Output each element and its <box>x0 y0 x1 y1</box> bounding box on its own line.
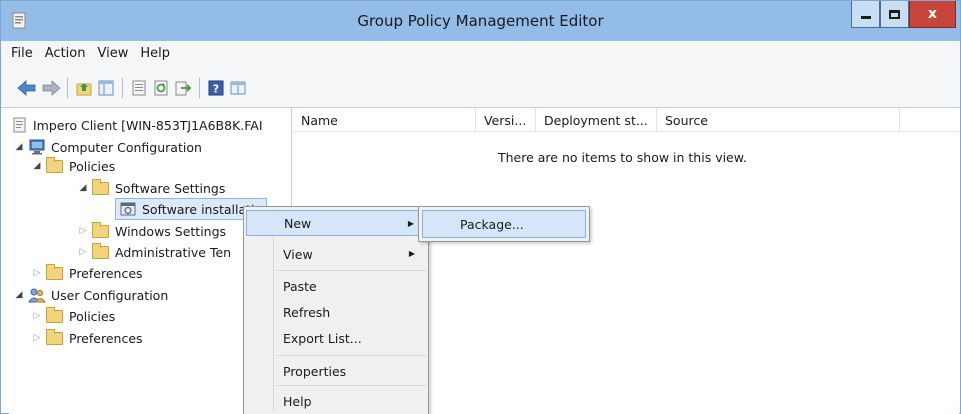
gpme-window: Group Policy Management Editor x File Ac… <box>0 0 961 414</box>
column-header-name[interactable]: Name <box>293 108 476 132</box>
tree-item-root[interactable]: Impero Client [WIN-853TJ1A6B8K.FAI <box>13 114 263 136</box>
menu-item-label: Export List... <box>283 330 362 346</box>
minimize-button[interactable] <box>851 1 880 28</box>
toolbar-separator <box>67 78 68 98</box>
context-menu-item-new[interactable]: New ▶ <box>246 210 427 236</box>
up-folder-icon[interactable] <box>76 80 92 96</box>
maximize-button[interactable] <box>880 1 909 28</box>
expanded-arrow-icon[interactable]: ◢ <box>13 141 25 153</box>
empty-list-message: There are no items to show in this view. <box>498 150 747 165</box>
new-submenu: Package... <box>418 206 590 242</box>
tree-item-user-policies[interactable]: ▷ Policies <box>31 305 115 327</box>
collapsed-arrow-icon[interactable]: ▷ <box>77 225 89 237</box>
menu-view[interactable]: View <box>91 46 134 61</box>
context-menu-item-help[interactable]: Help <box>246 388 427 414</box>
context-menu-item-refresh[interactable]: Refresh <box>246 299 427 325</box>
back-arrow-icon[interactable] <box>17 80 37 96</box>
folder-icon <box>46 263 63 280</box>
tree-item-user-preferences[interactable]: ▷ Preferences <box>31 327 143 349</box>
tree-item-policies[interactable]: ◢ Policies <box>31 155 115 177</box>
tree-label: Preferences <box>69 330 143 346</box>
title-bar[interactable]: Group Policy Management Editor x <box>1 1 960 41</box>
menu-help[interactable]: Help <box>134 46 176 61</box>
forward-arrow-icon[interactable] <box>41 80 61 96</box>
menu-separator <box>276 355 426 356</box>
folder-icon <box>92 221 109 238</box>
tree-label: Software Settings <box>115 180 226 196</box>
folder-icon <box>92 178 109 195</box>
column-header-deployment-state[interactable]: Deployment st... <box>536 108 657 132</box>
window-title: Group Policy Management Editor <box>357 12 604 30</box>
help-icon[interactable]: ? <box>208 80 224 96</box>
list-header: Name Versi... Deployment st... Source <box>293 108 959 132</box>
export-list-icon[interactable] <box>175 80 191 96</box>
submenu-item-package[interactable]: Package... <box>422 210 586 238</box>
collapsed-arrow-icon[interactable]: ▷ <box>77 246 89 258</box>
policy-document-icon <box>13 117 26 133</box>
menu-item-label: Refresh <box>283 304 331 320</box>
menu-item-label: New <box>284 215 312 231</box>
folder-icon <box>46 156 63 173</box>
tree-item-user-configuration[interactable]: ◢ User Configuration <box>13 284 168 306</box>
svg-text:?: ? <box>213 83 219 96</box>
close-icon: x <box>927 6 938 22</box>
tree-label: Windows Settings <box>115 223 227 239</box>
expanded-arrow-icon[interactable]: ◢ <box>31 160 43 172</box>
folder-icon <box>46 306 63 323</box>
menu-bar: File Action View Help <box>1 41 960 66</box>
collapsed-arrow-icon[interactable]: ▷ <box>31 310 43 322</box>
tree-label: Policies <box>69 308 116 324</box>
submenu-arrow-icon: ▶ <box>407 219 414 228</box>
tree-label: Policies <box>69 158 116 174</box>
column-header-source[interactable]: Source <box>657 108 900 132</box>
collapsed-arrow-icon[interactable]: ▷ <box>31 267 43 279</box>
maximize-icon <box>889 9 900 19</box>
menu-item-label: Help <box>283 393 312 409</box>
refresh-icon[interactable] <box>153 80 169 96</box>
folder-icon <box>46 328 63 345</box>
expanded-arrow-icon[interactable]: ◢ <box>13 289 25 301</box>
tree-label: User Configuration <box>51 287 169 303</box>
column-header-version[interactable]: Versi... <box>476 108 536 132</box>
software-installation-icon <box>120 202 136 216</box>
menu-item-label: View <box>283 246 313 262</box>
toolbar-separator <box>122 78 123 98</box>
tree-label: Preferences <box>69 265 143 281</box>
properties-icon[interactable] <box>131 80 147 96</box>
context-menu-item-view[interactable]: View ▶ <box>246 241 427 267</box>
tree-item-preferences[interactable]: ▷ Preferences <box>31 262 143 284</box>
users-icon <box>28 288 46 303</box>
tree-label: Administrative Ten <box>115 244 232 260</box>
tree-label: Computer Configuration <box>51 139 202 155</box>
tree-label: Impero Client [WIN-853TJ1A6B8K.FAI <box>33 117 263 133</box>
tree-item-windows-settings[interactable]: ▷ Windows Settings <box>77 220 226 242</box>
menu-item-label: Package... <box>460 216 524 232</box>
context-menu-item-paste[interactable]: Paste <box>246 273 427 299</box>
minimize-icon <box>860 15 871 19</box>
toolbar-separator <box>199 78 200 98</box>
menu-item-label: Paste <box>283 278 317 294</box>
close-button[interactable]: x <box>909 1 956 28</box>
toolbar: ? <box>1 66 960 108</box>
tree-item-software-settings[interactable]: ◢ Software Settings <box>77 177 225 199</box>
menu-file[interactable]: File <box>5 46 39 61</box>
folder-icon <box>92 242 109 259</box>
computer-icon <box>29 139 45 155</box>
menu-item-label: Properties <box>283 363 347 379</box>
tree-item-administrative-templates[interactable]: ▷ Administrative Ten <box>77 241 231 263</box>
submenu-arrow-icon: ▶ <box>408 249 415 258</box>
show-hide-tree-icon[interactable] <box>98 80 114 96</box>
context-menu: New ▶ View ▶ Paste Refresh Export List..… <box>243 206 429 414</box>
menu-separator <box>276 270 426 271</box>
context-menu-item-properties[interactable]: Properties <box>246 358 427 384</box>
collapsed-arrow-icon[interactable]: ▷ <box>31 332 43 344</box>
expanded-arrow-icon[interactable]: ◢ <box>77 182 89 194</box>
menu-separator <box>276 385 426 386</box>
menu-action[interactable]: Action <box>39 46 92 61</box>
console-view-icon[interactable] <box>230 80 246 96</box>
context-menu-item-export-list[interactable]: Export List... <box>246 325 427 351</box>
